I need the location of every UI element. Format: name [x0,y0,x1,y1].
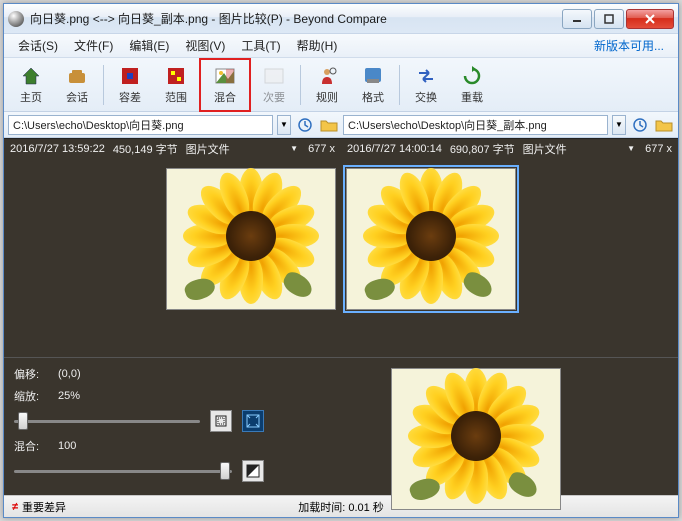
blend-controls: 偏移: (0,0) 缩放: 25% 混合: 100 [4,358,274,495]
update-link[interactable]: 新版本可用... [594,37,672,54]
file-stats-row: 2016/7/27 13:59:22 450,149 字节 图片文件 ▼ 677… [4,138,678,158]
zoom-label: 缩放: [14,388,48,404]
right-recent-icon[interactable] [630,115,650,135]
maximize-button[interactable] [594,9,624,29]
blend-ctrl-label: 混合: [14,438,48,454]
rules-label: 规则 [316,89,338,105]
range-label: 范围 [165,89,187,105]
right-bytes: 690,807 字节 [450,141,515,157]
left-time: 2016/7/27 13:59:22 [10,143,105,155]
zoom-slider[interactable] [14,411,200,431]
reload-button[interactable]: 重载 [449,61,495,109]
menubar: 会话(S) 文件(F) 编辑(E) 视图(V) 工具(T) 帮助(H) 新版本可… [4,34,678,58]
window-title: 向日葵.png <--> 向日葵_副本.png - 图片比较(P) - Beyo… [30,10,562,27]
left-browse-icon[interactable] [319,115,339,135]
reload-label: 重载 [461,89,483,105]
right-type-dropdown[interactable]: ▼ [627,144,637,153]
actual-size-button[interactable] [242,410,264,432]
home-button[interactable]: 主页 [8,61,54,109]
load-time: 加载时间: 0.01 秒 [298,499,384,515]
format-label: 格式 [362,89,384,105]
diff-icon: ≠ [12,501,18,513]
right-path-input[interactable] [343,115,608,135]
blend-ctrl-value: 100 [58,440,76,452]
sunflower-image [392,369,560,509]
tolerance-label: 容差 [119,89,141,105]
right-browse-icon[interactable] [654,115,674,135]
close-button[interactable] [626,9,674,29]
diff-status: 重要差异 [22,499,66,515]
sunflower-image [167,169,335,309]
compare-area: 偏移: (0,0) 缩放: 25% 混合: 100 [4,158,678,495]
right-path-dropdown[interactable]: ▼ [612,115,626,135]
pathbar: ▼ ▼ [4,112,678,138]
left-dim: 677 x [308,143,335,155]
sunflower-image [347,169,515,309]
offset-value: (0,0) [58,368,81,380]
blend-label: 混合 [214,89,236,105]
left-image[interactable] [166,168,336,310]
offset-label: 偏移: [14,366,48,382]
unchanged-button[interactable]: 次要 [251,61,297,109]
menu-file[interactable]: 文件(F) [66,35,121,56]
app-icon [8,11,24,27]
range-button[interactable]: 范围 [153,61,199,109]
statusbar: ≠ 重要差异 加载时间: 0.01 秒 [4,495,678,517]
right-type: 图片文件 [523,141,567,157]
blend-button[interactable]: 混合 [202,61,248,109]
blend-highlight: 混合 [199,58,251,112]
left-recent-icon[interactable] [295,115,315,135]
menu-help[interactable]: 帮助(H) [289,35,346,56]
left-bytes: 450,149 字节 [113,141,178,157]
blend-slider[interactable] [14,461,232,481]
right-image[interactable] [346,168,516,310]
toolbar: 主页 会话 容差 范围 混合 次要 规则 格式 交换 重载 [4,58,678,112]
menu-session[interactable]: 会话(S) [10,35,66,56]
tolerance-button[interactable]: 容差 [107,61,153,109]
zoom-value: 25% [58,390,80,402]
menu-tools[interactable]: 工具(T) [233,35,288,56]
swap-label: 交换 [415,89,437,105]
right-dim: 677 x [645,143,672,155]
left-type-dropdown[interactable]: ▼ [290,144,300,153]
format-button[interactable]: 格式 [350,61,396,109]
menu-edit[interactable]: 编辑(E) [121,35,177,56]
left-path-input[interactable] [8,115,273,135]
titlebar: 向日葵.png <--> 向日葵_副本.png - 图片比较(P) - Beyo… [4,4,678,34]
rules-button[interactable]: 规则 [304,61,350,109]
right-time: 2016/7/27 14:00:14 [347,143,442,155]
fit-button[interactable] [210,410,232,432]
left-path-dropdown[interactable]: ▼ [277,115,291,135]
swap-button[interactable]: 交换 [403,61,449,109]
session-label: 会话 [66,89,88,105]
blend-result-image[interactable] [391,368,561,510]
menu-view[interactable]: 视图(V) [177,35,233,56]
session-button[interactable]: 会话 [54,61,100,109]
unchanged-label: 次要 [263,89,285,105]
invert-button[interactable] [242,460,264,482]
minimize-button[interactable] [562,9,592,29]
home-label: 主页 [20,89,42,105]
left-type: 图片文件 [186,141,230,157]
